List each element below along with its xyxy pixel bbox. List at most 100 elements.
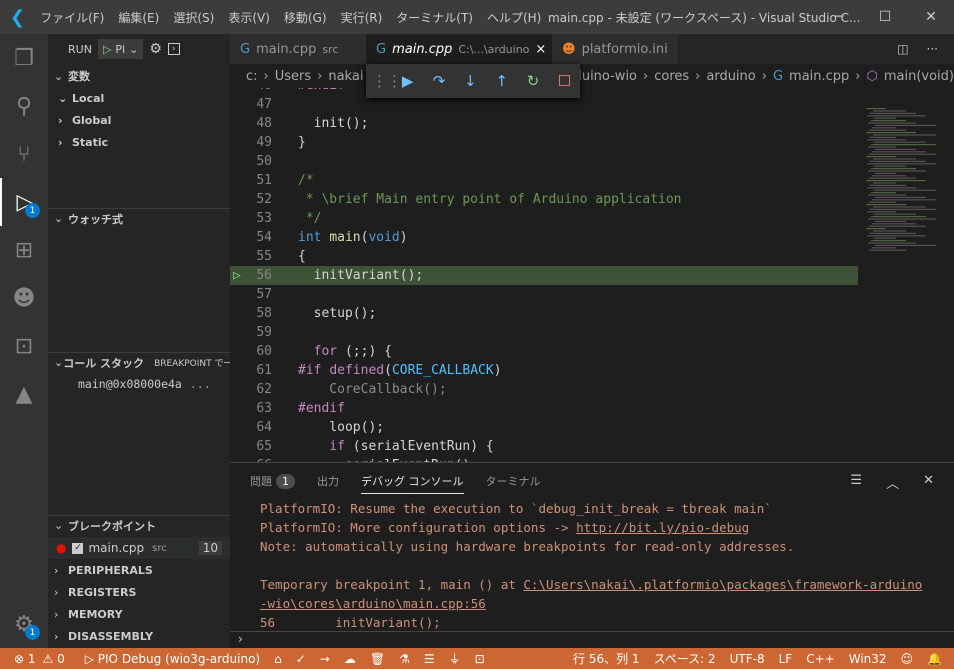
- console-link[interactable]: -wio\cores\arduino\main.cpp:56: [260, 596, 486, 611]
- menu-help[interactable]: ヘルプ(H): [480, 9, 548, 26]
- code-line[interactable]: 48 init();: [230, 114, 858, 133]
- code-line[interactable]: 65 if (serialEventRun) {: [230, 437, 858, 456]
- breadcrumb-item[interactable]: arduino: [706, 69, 755, 84]
- language-mode[interactable]: C++: [799, 652, 842, 666]
- pio-serial-monitor-icon[interactable]: ⏚: [442, 650, 468, 667]
- code-line[interactable]: 63 #endif: [230, 399, 858, 418]
- minimize-button[interactable]: ─: [816, 0, 862, 34]
- pio-terminal-icon[interactable]: ⊡: [468, 652, 492, 666]
- code-line[interactable]: 57: [230, 285, 858, 304]
- step-over-icon[interactable]: ↷: [423, 72, 454, 90]
- breakpoint-checkbox[interactable]: ✓: [72, 542, 84, 554]
- code-line[interactable]: 61 #if defined(CORE_CALLBACK): [230, 361, 858, 380]
- tab-main-cpp-src[interactable]: Gmain.cpp src: [230, 34, 366, 64]
- pio-clean-icon[interactable]: 🗑: [363, 652, 392, 666]
- pio-remote-icon[interactable]: ☁: [337, 652, 363, 666]
- minimap[interactable]: [858, 88, 944, 462]
- run-debug-icon[interactable]: ▷ 1: [0, 178, 48, 226]
- warnings-status[interactable]: ⚠ 0: [43, 652, 72, 666]
- menu-selection[interactable]: 選択(S): [166, 9, 221, 26]
- code-line[interactable]: 49}: [230, 133, 858, 152]
- split-editor-icon[interactable]: ◫: [897, 42, 908, 56]
- scope-local[interactable]: ⌄ Local: [48, 87, 230, 109]
- menu-view[interactable]: 表示(V): [221, 9, 277, 26]
- step-out-icon[interactable]: ↑: [486, 72, 517, 90]
- breadcrumb-item[interactable]: nakai: [328, 69, 363, 84]
- launch-config-select[interactable]: ▷ Pl ⌄: [97, 39, 144, 59]
- eol[interactable]: LF: [772, 652, 800, 666]
- peripherals-section-header[interactable]: › PERIPHERALS: [48, 560, 230, 580]
- code-line[interactable]: 64 loop();: [230, 418, 858, 437]
- code-line[interactable]: 55 {: [230, 247, 858, 266]
- watch-section-header[interactable]: ⌄ ウォッチ式: [48, 208, 230, 228]
- code-line[interactable]: 50: [230, 152, 858, 171]
- encoding[interactable]: UTF-8: [723, 652, 772, 666]
- menu-edit[interactable]: 編集(E): [111, 9, 166, 26]
- step-into-icon[interactable]: ↓: [455, 72, 486, 90]
- errors-status[interactable]: ⊗ 1: [0, 652, 43, 666]
- code-line[interactable]: 59: [230, 323, 858, 342]
- scope-static[interactable]: › Static: [48, 131, 230, 153]
- code-line[interactable]: 53 */: [230, 209, 858, 228]
- console-link[interactable]: C:\Users\nakai\.platformio\packages\fram…: [523, 577, 922, 592]
- maximize-panel-icon[interactable]: ︿: [886, 473, 899, 492]
- menu-file[interactable]: ファイル(F): [33, 9, 111, 26]
- code-editor[interactable]: 46#endif4748 init();49}5051/*52 * \brief…: [230, 88, 858, 462]
- breadcrumb-item[interactable]: main.cpp: [789, 69, 849, 84]
- platformio-icon[interactable]: ☻: [0, 274, 48, 322]
- menu-go[interactable]: 移動(G): [277, 9, 334, 26]
- platform[interactable]: Win32: [842, 652, 894, 666]
- pio-home-icon[interactable]: ⌂: [267, 652, 289, 666]
- memory-section-header[interactable]: › MEMORY: [48, 604, 230, 624]
- explorer-icon[interactable]: ❐: [0, 34, 48, 82]
- stop-icon[interactable]: ☐: [549, 72, 580, 90]
- start-debug-icon[interactable]: ▷: [103, 43, 111, 56]
- breakpoint-item[interactable]: ● ✓ main.cpp src 10: [48, 537, 230, 559]
- more-actions-icon[interactable]: ···: [927, 42, 938, 56]
- debug-console-icon[interactable]: ›: [167, 43, 180, 55]
- code-line[interactable]: 52 * \brief Main entry point of Arduino …: [230, 190, 858, 209]
- menu-run[interactable]: 実行(R): [334, 9, 390, 26]
- cursor-position[interactable]: 行 56、列 1: [566, 650, 647, 667]
- tab-output[interactable]: 出力: [317, 473, 339, 489]
- scope-global[interactable]: › Global: [48, 109, 230, 131]
- source-control-icon[interactable]: ⑂: [0, 130, 48, 178]
- stack-frame[interactable]: main@0x08000e4a...: [48, 373, 230, 395]
- breadcrumb-item[interactable]: cores: [654, 69, 689, 84]
- pio-upload-icon[interactable]: →: [313, 652, 337, 666]
- azure-icon[interactable]: ▲: [0, 370, 48, 418]
- debug-config-status[interactable]: ▷ PIO Debug (wio3g-arduino): [78, 652, 267, 666]
- disassembly-section-header[interactable]: › DISASSEMBLY: [48, 626, 230, 646]
- close-panel-icon[interactable]: ✕: [923, 473, 934, 492]
- breadcrumb-item[interactable]: c:: [246, 69, 258, 84]
- restart-icon[interactable]: ↻: [517, 72, 548, 90]
- code-line[interactable]: 58 setup();: [230, 304, 858, 323]
- menu-terminal[interactable]: ターミナル(T): [389, 9, 480, 26]
- code-line[interactable]: 62 CoreCallback();: [230, 380, 858, 399]
- extensions-icon[interactable]: ⊞: [0, 226, 48, 274]
- close-window-button[interactable]: ✕: [908, 0, 954, 34]
- pio-build-icon[interactable]: ✓: [289, 652, 313, 666]
- console-link[interactable]: http://bit.ly/pio-debug: [576, 520, 749, 535]
- tab-main-cpp-arduino[interactable]: Gmain.cpp C:\...\arduino ×: [366, 34, 552, 64]
- breadcrumb-item[interactable]: main(void): [884, 69, 954, 84]
- gear-icon[interactable]: ⚙: [149, 41, 162, 57]
- close-tab-icon[interactable]: ×: [535, 42, 546, 57]
- drag-handle-icon[interactable]: ⋮⋮: [372, 72, 402, 90]
- code-line[interactable]: 51 /*: [230, 171, 858, 190]
- indentation[interactable]: スペース: 2: [647, 650, 723, 667]
- pio-test-icon[interactable]: ⚗: [392, 652, 417, 666]
- code-line[interactable]: 54 int main(void): [230, 228, 858, 247]
- callstack-section-header[interactable]: ⌄コール スタック BREAKPOINT で一時停止: [48, 352, 230, 372]
- search-icon[interactable]: ⚲: [0, 82, 48, 130]
- debug-console-input[interactable]: ›: [230, 631, 954, 649]
- notifications-bell-icon[interactable]: 🔔: [920, 652, 954, 666]
- registers-section-header[interactable]: › REGISTERS: [48, 582, 230, 602]
- code-line[interactable]: 60 for (;;) {: [230, 342, 858, 361]
- continue-icon[interactable]: ▶: [392, 72, 423, 90]
- remote-explorer-icon[interactable]: ⊡: [0, 322, 48, 370]
- pio-tasks-icon[interactable]: ☰: [417, 652, 442, 666]
- maximize-button[interactable]: ☐: [862, 0, 908, 34]
- code-line[interactable]: ▷ 56 initVariant();: [230, 266, 858, 285]
- variables-section-header[interactable]: ⌄ 変数: [48, 66, 230, 86]
